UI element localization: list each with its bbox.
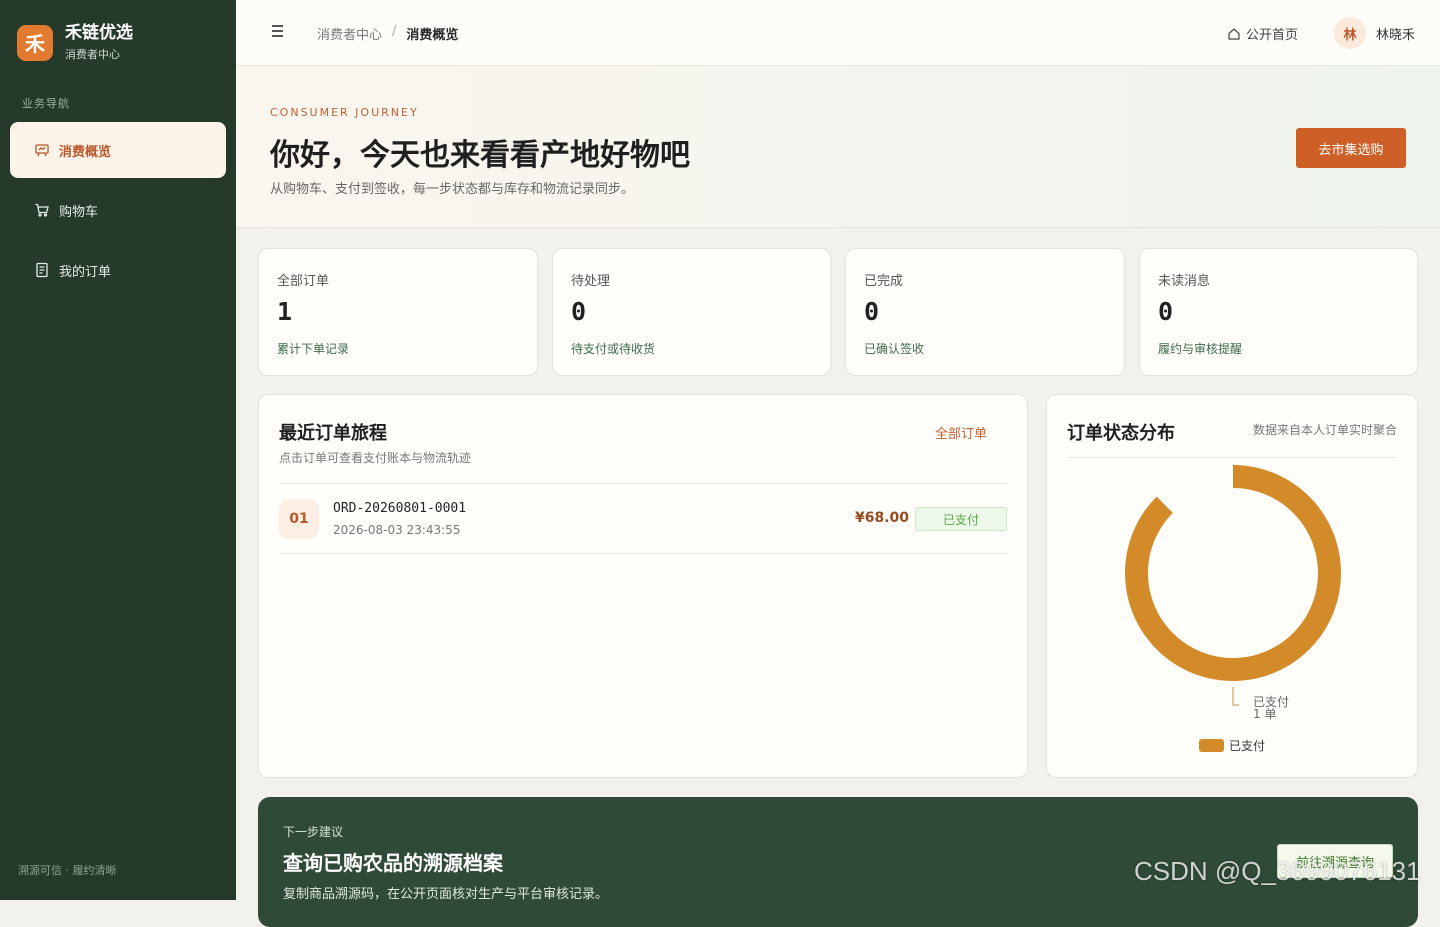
status-donut-chart: 已支付 1 单 <box>1125 465 1341 721</box>
stat-label: 已完成 <box>864 274 904 289</box>
all-orders-link[interactable]: 全部订单 <box>935 423 987 442</box>
chart-legend[interactable]: 已支付 <box>1199 737 1265 754</box>
status-badge: 已支付 <box>915 507 1007 531</box>
stat-note: 履约与审核提醒 <box>1158 342 1243 356</box>
status-distribution-note: 数据来自本人订单实时聚合 <box>1252 423 1397 437</box>
brand-logo: 禾 <box>17 24 53 61</box>
stat-note: 累计下单记录 <box>277 342 350 356</box>
sidebar-item-label: 消费概览 <box>59 144 112 160</box>
hero-description: 从购物车、支付到签收，每一步状态都与库存和物流记录同步。 <box>270 182 635 197</box>
stat-note: 已确认签收 <box>864 342 925 356</box>
breadcrumb-item-current: 消费概览 <box>406 28 459 43</box>
sidebar-item-cart[interactable]: 购物车 <box>10 182 226 238</box>
stat-card-completed[interactable]: 已完成 0 已确认签收 <box>845 248 1125 376</box>
cart-icon <box>34 202 50 218</box>
stat-value: 0 <box>571 297 587 326</box>
legend-label: 已支付 <box>1229 739 1266 753</box>
stat-card-all-orders[interactable]: 全部订单 1 累计下单记录 <box>258 248 538 376</box>
document-icon <box>34 262 50 278</box>
slice-label-value: 1 单 <box>1253 707 1276 721</box>
page-title: 你好，今天也来看看产地好物吧 <box>270 138 690 173</box>
status-distribution-panel: 订单状态分布 数据来自本人订单实时聚合 已支付 1 单 已支付 <box>1046 394 1418 778</box>
stat-label: 全部订单 <box>277 274 330 289</box>
stat-value: 1 <box>277 297 293 326</box>
banner-title: 查询已购农品的溯源档案 <box>283 851 503 875</box>
sidebar: 禾 禾链优选 消费者中心 业务导航 消费概览 购物车 我的订单 溯源可信 · 履… <box>0 0 236 900</box>
avatar[interactable]: 林 <box>1334 17 1366 49</box>
brand-name: 禾链优选 <box>65 23 133 43</box>
username[interactable]: 林晓禾 <box>1376 24 1415 43</box>
brand-subtitle: 消费者中心 <box>65 48 120 61</box>
go-market-button[interactable]: 去市集选购 <box>1296 128 1406 168</box>
sidebar-item-label: 我的订单 <box>59 264 112 280</box>
banner-kicker: 下一步建议 <box>283 825 344 839</box>
divider <box>1067 457 1397 458</box>
stat-value: 0 <box>864 297 880 326</box>
stat-card-unread[interactable]: 未读消息 0 履约与审核提醒 <box>1139 248 1418 376</box>
breadcrumb-item-center[interactable]: 消费者中心 <box>317 24 382 43</box>
breadcrumb-separator: / <box>392 24 397 39</box>
breadcrumb: 消费者中心 / 消费概览 <box>317 24 458 43</box>
order-time: 2026-08-03 23:43:55 <box>333 523 461 537</box>
stat-label: 待处理 <box>571 274 611 289</box>
chart-board-icon <box>34 142 50 158</box>
sidebar-nav: 消费概览 购物车 我的订单 <box>10 122 226 302</box>
recent-orders-title: 最近订单旅程 <box>279 423 387 444</box>
sidebar-item-orders[interactable]: 我的订单 <box>10 242 226 298</box>
order-index: 01 <box>279 499 319 539</box>
slice-leader-line <box>1232 687 1239 706</box>
next-step-banner: 下一步建议 查询已购农品的溯源档案 复制商品溯源码，在公开页面核对生产与平台审核… <box>258 797 1418 927</box>
recent-orders-subtitle: 点击订单可查看支付账本与物流轨迹 <box>279 451 472 465</box>
stat-value: 0 <box>1158 297 1174 326</box>
donut-slice-0[interactable] <box>1125 465 1341 681</box>
status-distribution-title: 订单状态分布 <box>1067 423 1175 444</box>
banner-description: 复制商品溯源码，在公开页面核对生产与平台审核记录。 <box>283 887 609 902</box>
legend-swatch <box>1199 739 1224 752</box>
nav-section-title: 业务导航 <box>22 97 70 110</box>
hero-kicker: CONSUMER JOURNEY <box>270 106 419 119</box>
home-icon <box>1228 27 1240 40</box>
menu-toggle-icon[interactable] <box>272 25 286 39</box>
public-home-link[interactable]: 公开首页 <box>1227 24 1298 43</box>
public-home-label: 公开首页 <box>1246 28 1299 43</box>
recent-orders-panel: 最近订单旅程 点击订单可查看支付账本与物流轨迹 全部订单 01 ORD-2026… <box>258 394 1028 778</box>
sidebar-footer: 溯源可信 · 履约清晰 <box>18 864 117 877</box>
order-number: ORD-20260801-0001 <box>333 501 467 516</box>
order-row[interactable]: 01 ORD-20260801-0001 2026-08-03 23:43:55… <box>279 484 1008 554</box>
order-amount: ¥68.00 <box>855 510 910 526</box>
stat-label: 未读消息 <box>1158 274 1211 289</box>
stat-note: 待支付或待收货 <box>571 342 656 356</box>
trace-query-button[interactable]: 前往溯源查询 <box>1277 844 1393 878</box>
sidebar-item-label: 购物车 <box>59 204 99 220</box>
brand[interactable]: 禾 禾链优选 消费者中心 <box>17 23 133 62</box>
topbar: 消费者中心 / 消费概览 公开首页 林 林晓禾 <box>236 0 1440 66</box>
hero-banner: CONSUMER JOURNEY 你好，今天也来看看产地好物吧 从购物车、支付到… <box>236 66 1440 228</box>
sidebar-item-overview[interactable]: 消费概览 <box>10 122 226 178</box>
stat-card-pending[interactable]: 待处理 0 待支付或待收货 <box>552 248 831 376</box>
